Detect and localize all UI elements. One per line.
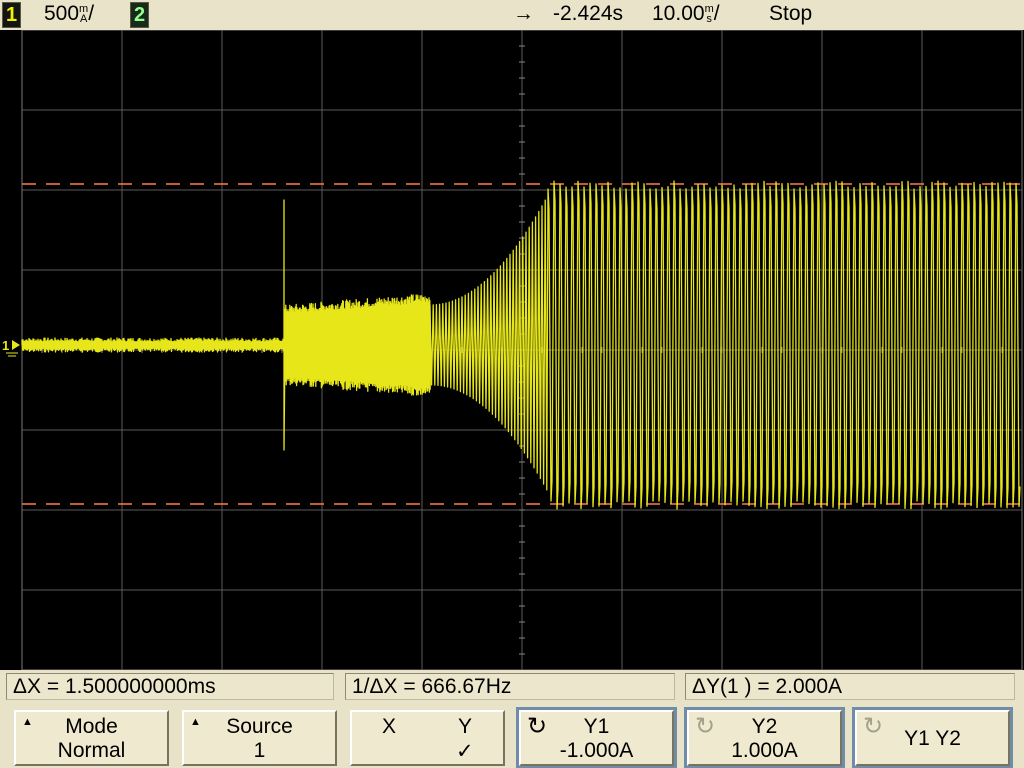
time-unit-bottom: s [706,13,712,25]
time-scale-unit: ms [705,4,714,25]
source-value: 1 [253,739,266,762]
ground-marker-icon: 1 [2,338,20,357]
inverse-delta-x-readout: 1/ΔX = 666.67Hz [345,673,675,700]
graticule-svg: 1 [2,30,1023,670]
svg-text:1: 1 [2,338,9,353]
x-label: X [382,715,397,738]
ch1-unit-bottom: A [79,13,88,25]
trigger-arrow-icon: → [513,2,534,25]
y2-softkey[interactable]: ↻ Y2 1.000A [687,710,842,766]
time-unit-suffix: / [713,2,720,25]
y2-label: Y2 [751,715,778,738]
y1-softkey[interactable]: ↻ Y1 -1.000A [519,710,674,766]
time-delay: -2.424s [553,2,624,25]
y1-y2-label: Y1 Y2 [904,727,961,750]
source-label: Source [226,715,293,738]
channel-1-scale-unit: mA [79,4,88,25]
waveform-display: 1 [0,30,1024,670]
mode-label: Mode [65,715,118,738]
y1-y2-softkey[interactable]: ↻ Y1 Y2 [855,710,1010,766]
xy-softkey[interactable]: X Y ✓ [350,710,505,766]
channel-1-trace [21,180,1021,510]
y2-value: 1.000A [731,739,798,762]
y1-value: -1.000A [559,739,634,762]
source-softkey[interactable]: ▲ Source 1 [182,710,337,766]
delta-y-readout: ΔY(1 ) = 2.000A [685,673,1015,700]
time-scale: 10.00m s/ [652,2,720,26]
channel-1-scale-value: 500 [44,2,80,25]
y1-label: Y1 [583,715,610,738]
measurement-bar: ΔX = 1.500000000ms 1/ΔX = 666.67Hz ΔY(1 … [0,670,1024,706]
channel-2-badge[interactable]: 2 [130,2,149,28]
status-bar: 1 500m A/ 2 → -2.424s 10.00m s/ Stop [0,0,1024,30]
mode-softkey[interactable]: ▲ Mode Normal [14,710,169,766]
softkey-bar: ▲ Mode Normal ▲ Source 1 X Y ✓ ↻ Y1 -1.0… [0,706,1024,768]
time-scale-value: 10.00 [652,2,705,25]
run-state: Stop [769,2,813,25]
mode-value: Normal [57,739,126,762]
ch1-unit-suffix: / [88,2,95,25]
channel-1-badge[interactable]: 1 [2,2,21,28]
delta-x-readout: ΔX = 1.500000000ms [6,673,334,700]
y-selected-check-icon: ✓ [456,740,474,763]
y-label: Y [458,715,473,738]
channel-1-scale: 500m A/ [44,2,94,26]
